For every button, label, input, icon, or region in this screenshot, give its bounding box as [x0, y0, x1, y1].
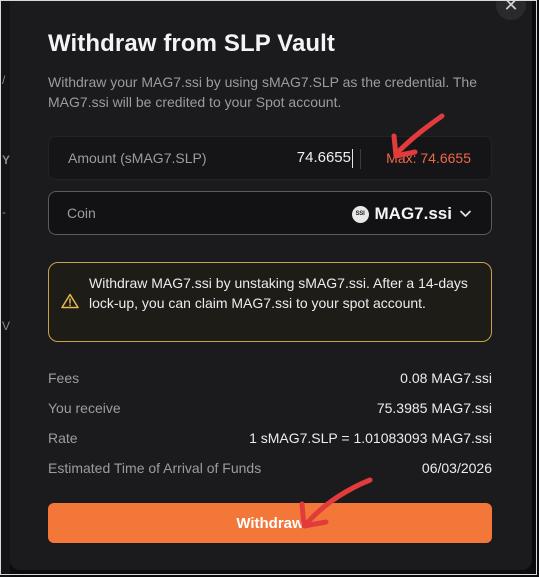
- coin-select[interactable]: SSI MAG7.ssi: [351, 202, 471, 226]
- dialog-title: Withdraw from SLP Vault: [48, 30, 336, 57]
- coin-selected-value: MAG7.ssi: [374, 204, 452, 223]
- notice-text: Withdraw MAG7.ssi by unstaking sMAG7.ssi…: [89, 275, 468, 311]
- rate-value: 1 sMAG7.SLP = 1.01083093 MAG7.ssi: [249, 430, 492, 446]
- amount-label: Amount (sMAG7.SLP): [68, 150, 207, 166]
- eta-label: Estimated Time of Arrival of Funds: [48, 460, 262, 476]
- summary-row-receive: You receive 75.3985 MAG7.ssi: [48, 398, 492, 428]
- background-glyph: /: [2, 73, 6, 87]
- coin-field[interactable]: Coin SSI MAG7.ssi: [48, 191, 492, 235]
- withdraw-button[interactable]: Withdraw: [48, 503, 492, 543]
- summary-row-fees: Fees 0.08 MAG7.ssi: [48, 368, 492, 398]
- lockup-notice: Withdraw MAG7.ssi by unstaking sMAG7.ssi…: [48, 262, 492, 342]
- coin-logo-icon: SSI: [351, 205, 369, 223]
- fees-label: Fees: [48, 370, 80, 386]
- withdraw-dialog: ✕ Withdraw from SLP Vault Withdraw your …: [10, 0, 532, 570]
- max-button[interactable]: Max: 74.6655: [386, 150, 471, 166]
- close-icon: ✕: [503, 0, 519, 15]
- text-caret: [352, 149, 353, 168]
- rate-label: Rate: [48, 430, 78, 446]
- fees-value: 0.08 MAG7.ssi: [400, 370, 492, 386]
- coin-label: Coin: [67, 205, 96, 221]
- amount-value[interactable]: 74.6655: [297, 149, 351, 166]
- receive-label: You receive: [48, 400, 121, 416]
- receive-value: 75.3985 MAG7.ssi: [376, 400, 492, 416]
- warning-icon: [61, 293, 79, 309]
- amount-input[interactable]: Amount (sMAG7.SLP) 74.6655 Max: 74.6655: [48, 136, 492, 180]
- dialog-subtitle: Withdraw your MAG7.ssi by using sMAG7.SL…: [48, 74, 478, 110]
- eta-value: 06/03/2026: [421, 460, 492, 476]
- close-button[interactable]: ✕: [496, 0, 526, 20]
- chevron-down-icon: [460, 207, 471, 221]
- summary-row-rate: Rate 1 sMAG7.SLP = 1.01083093 MAG7.ssi: [48, 428, 492, 458]
- background-page-strip: / Y - V: [0, 0, 10, 577]
- summary-list: Fees 0.08 MAG7.ssi You receive 75.3985 M…: [48, 368, 492, 488]
- background-glyph: Y: [2, 153, 11, 167]
- background-glyph: V: [2, 319, 11, 333]
- field-divider: [360, 149, 361, 169]
- summary-row-eta: Estimated Time of Arrival of Funds 06/03…: [48, 458, 492, 488]
- background-glyph: -: [2, 205, 6, 219]
